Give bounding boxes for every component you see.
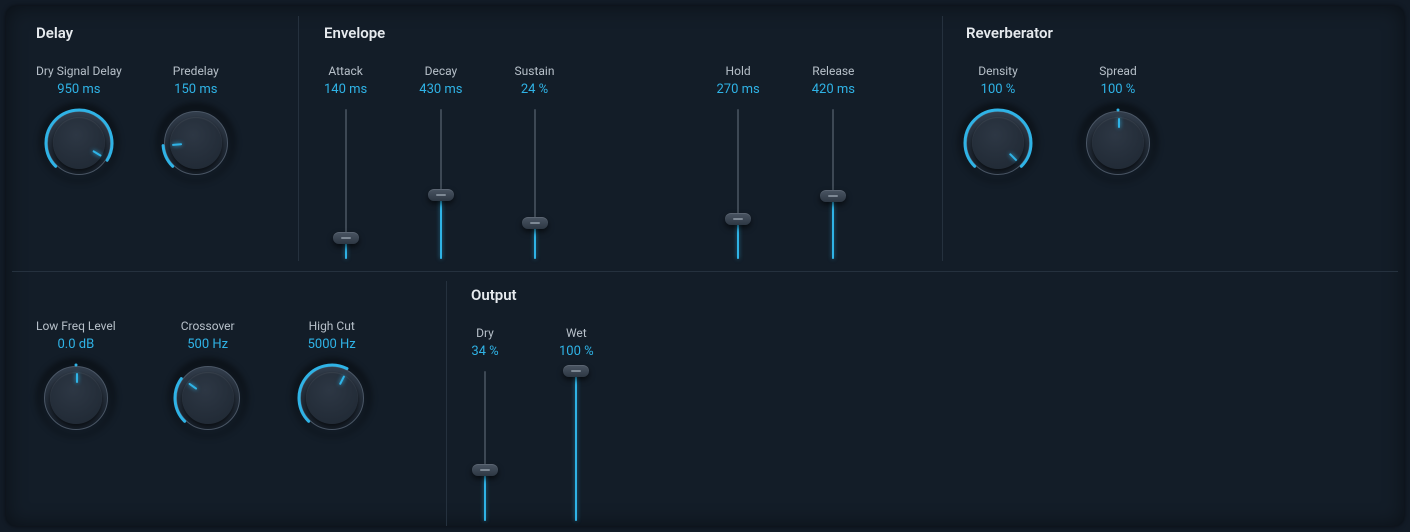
param-label: Attack [328,64,362,78]
param-value: 100 % [981,82,1016,97]
param-low-freq-level: Low Freq Level 0.0 dB [36,319,116,430]
param-value: 270 ms [716,82,759,97]
param-label: Wet [566,326,587,340]
param-density: Density 100 % [966,64,1030,175]
slider-attack[interactable] [332,109,360,259]
knob-predelay[interactable] [164,111,228,175]
param-dry: Dry 34 % [471,326,499,521]
param-value: 5000 Hz [308,337,356,352]
param-label: Predelay [173,64,219,78]
section-envelope: Envelope Attack 140 ms Decay 430 ms Sust… [324,24,940,259]
param-dry-signal-delay: Dry Signal Delay 950 ms [36,64,122,175]
param-value: 34 % [471,344,498,359]
section-filter: Low Freq Level 0.0 dB Crossover 500 Hz H… [36,319,436,430]
slider-sustain[interactable] [521,109,549,259]
param-value: 950 ms [57,82,100,97]
param-label: Hold [726,64,751,78]
param-label: Dry [476,326,494,340]
section-delay: Delay Dry Signal Delay 950 ms Predelay 1… [36,24,296,175]
knob-spread[interactable] [1086,111,1150,175]
vertical-divider [298,16,299,261]
param-label: Release [812,64,854,78]
section-title-delay: Delay [36,24,296,42]
param-label: High Cut [309,319,355,333]
param-predelay: Predelay 150 ms [164,64,228,175]
knob-dry-signal-delay[interactable] [47,111,111,175]
slider-dry[interactable] [471,371,499,521]
param-value: 0.0 dB [57,337,94,352]
param-spread: Spread 100 % [1086,64,1150,175]
param-crossover: Crossover 500 Hz [176,319,240,430]
param-label: Decay [425,64,458,78]
slider-release[interactable] [819,109,847,259]
knob-density[interactable] [966,111,1030,175]
param-decay: Decay 430 ms [419,64,462,259]
param-wet: Wet 100 % [559,326,594,521]
param-value: 100 % [559,344,594,359]
param-hold: Hold 270 ms [716,64,759,259]
top-row: Delay Dry Signal Delay 950 ms Predelay 1… [6,6,1404,271]
param-label: Low Freq Level [36,319,116,333]
knob-high-cut[interactable] [300,366,364,430]
param-label: Spread [1099,64,1136,78]
param-label: Sustain [515,64,555,78]
section-output: Output Dry 34 % Wet 100 % [471,286,771,521]
param-value: 140 ms [324,82,367,97]
param-sustain: Sustain 24 % [515,64,555,259]
param-high-cut: High Cut 5000 Hz [300,319,364,430]
param-label: Density [978,64,1018,78]
param-attack: Attack 140 ms [324,64,367,259]
param-value: 150 ms [174,82,217,97]
vertical-divider [942,16,943,261]
param-label: Dry Signal Delay [36,64,122,78]
param-value: 420 ms [812,82,855,97]
param-value: 500 Hz [187,337,228,352]
param-value: 24 % [521,82,548,97]
bottom-row: Low Freq Level 0.0 dB Crossover 500 Hz H… [6,271,1404,526]
param-label: Crossover [181,319,235,333]
param-value: 430 ms [419,82,462,97]
knob-crossover[interactable] [176,366,240,430]
slider-hold[interactable] [724,109,752,259]
slider-wet[interactable] [562,371,590,521]
section-reverberator: Reverberator Density 100 % Spread 100 % [966,24,1266,175]
effects-panel: Delay Dry Signal Delay 950 ms Predelay 1… [6,6,1404,526]
param-release: Release 420 ms [812,64,855,259]
param-value: 100 % [1101,82,1136,97]
section-title-envelope: Envelope [324,24,940,42]
knob-low-freq-level[interactable] [44,366,108,430]
vertical-divider [446,281,447,526]
slider-decay[interactable] [427,109,455,259]
section-title-reverberator: Reverberator [966,24,1266,42]
section-title-output: Output [471,286,771,304]
